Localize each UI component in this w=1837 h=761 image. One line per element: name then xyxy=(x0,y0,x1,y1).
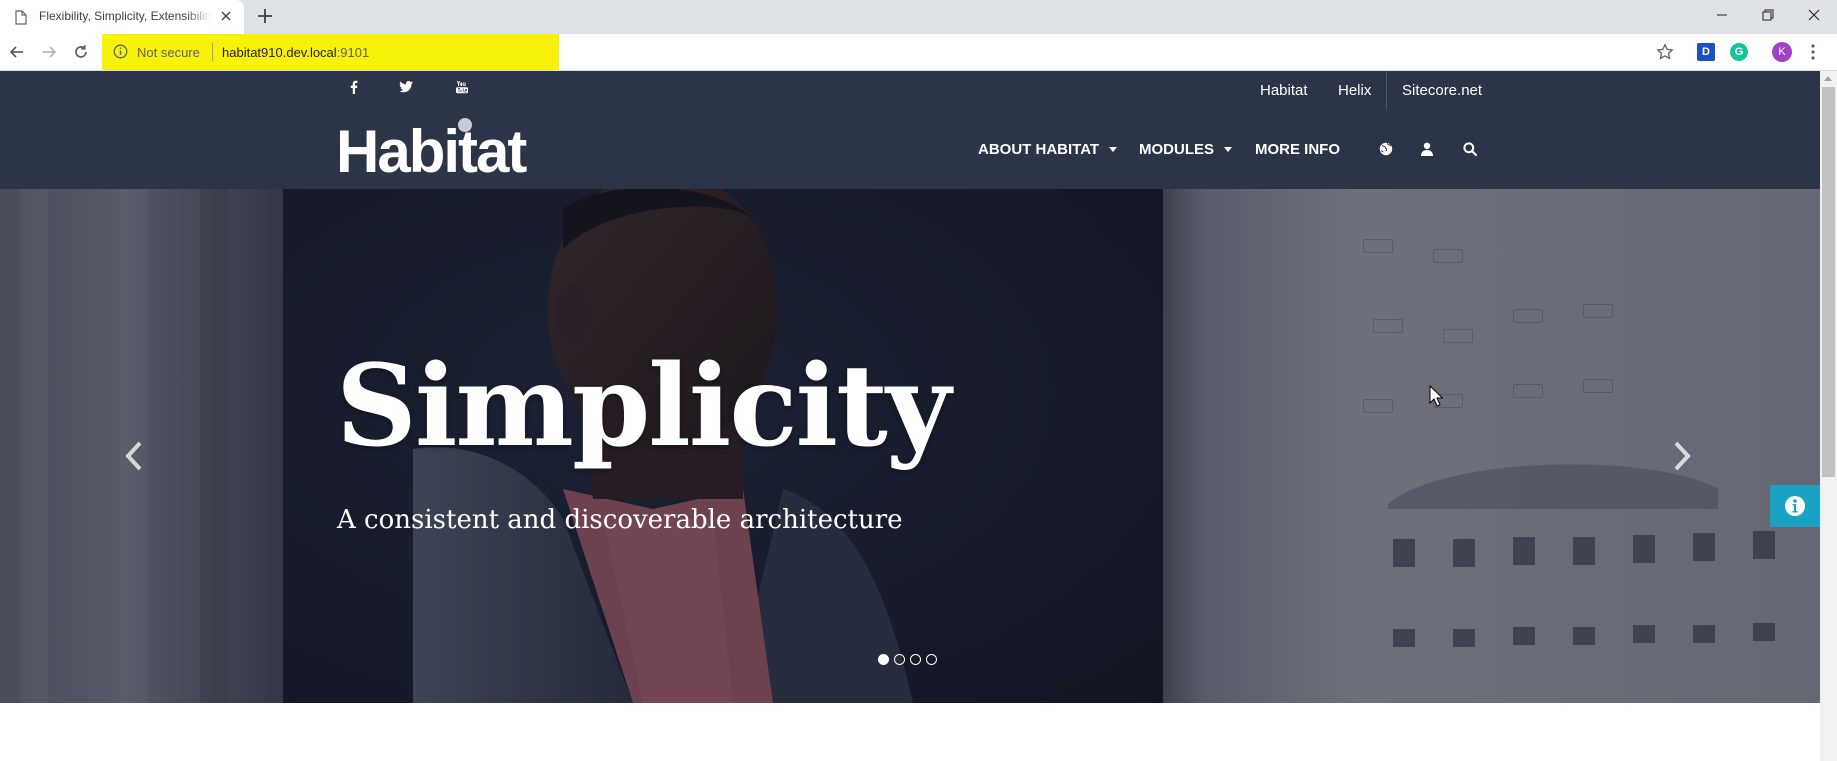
forward-arrow-icon xyxy=(43,46,57,58)
hero-title: Simplicity xyxy=(336,341,951,472)
info-circle-icon[interactable] xyxy=(113,44,128,59)
carousel-next-arrow-icon[interactable] xyxy=(1668,439,1694,473)
info-circle-icon xyxy=(1785,496,1805,516)
top-link-habitat-wrap: Habitat xyxy=(1260,82,1308,99)
carousel-prev-arrow-icon[interactable] xyxy=(122,439,148,473)
close-window-button[interactable] xyxy=(1791,0,1837,30)
profile-avatar[interactable]: K xyxy=(1772,42,1792,62)
nav-about-label: ABOUT HABITAT xyxy=(978,141,1100,158)
browser-menu-icon[interactable] xyxy=(1810,43,1816,61)
minimize-button[interactable] xyxy=(1699,0,1745,30)
hero-subtitle: A consistent and discoverable architectu… xyxy=(337,505,903,535)
logo-text: Habitat xyxy=(336,118,527,185)
new-tab-icon[interactable] xyxy=(256,7,274,25)
browser-tab-strip: Flexibility, Simplicity, Extensibility xyxy=(0,0,1837,34)
top-link-sitecore[interactable]: Sitecore.net xyxy=(1402,82,1482,99)
address-bar[interactable]: Not secure habitat910.dev.local:9101 xyxy=(102,34,559,70)
top-link-habitat[interactable]: Habitat xyxy=(1260,82,1308,99)
restore-button[interactable] xyxy=(1745,0,1791,30)
security-status[interactable]: Not secure xyxy=(137,45,200,60)
carousel-dot-2[interactable] xyxy=(894,654,905,665)
nav-modules[interactable]: MODULES xyxy=(1139,141,1232,158)
carousel-dot-3[interactable] xyxy=(910,654,921,665)
user-icon[interactable] xyxy=(1418,140,1436,158)
bookmark-star-icon[interactable] xyxy=(1656,43,1674,61)
carousel-dot-4[interactable] xyxy=(926,654,937,665)
top-link-helix-wrap: Helix xyxy=(1338,82,1371,99)
forward-button[interactable] xyxy=(38,41,60,63)
carousel-indicators xyxy=(878,654,937,665)
browser-toolbar: Not secure habitat910.dev.local:9101 D G… xyxy=(0,34,1837,71)
nav-more-info[interactable]: MORE INFO xyxy=(1255,141,1340,158)
address-divider xyxy=(212,43,213,61)
carousel-dot-1[interactable] xyxy=(878,654,889,665)
tab-title: Flexibility, Simplicity, Extensibility xyxy=(39,9,211,23)
info-panel-toggle[interactable] xyxy=(1770,485,1820,527)
web-page: Habitat Helix Sitecore.net Habitat ABOUT… xyxy=(0,71,1820,761)
grammarly-extension-button[interactable]: G xyxy=(1730,43,1748,61)
top-links-divider xyxy=(1386,71,1387,110)
page-icon xyxy=(15,10,27,25)
logo-dot xyxy=(458,118,472,132)
reload-button[interactable] xyxy=(70,41,92,63)
twitter-icon[interactable] xyxy=(398,79,414,95)
top-link-helix[interactable]: Helix xyxy=(1338,82,1371,99)
minimize-icon xyxy=(1717,14,1727,16)
restore-icon xyxy=(1762,9,1774,21)
extension-d-button[interactable]: D xyxy=(1697,43,1715,61)
search-icon[interactable] xyxy=(1461,140,1479,158)
top-link-sitecore-wrap: Sitecore.net xyxy=(1402,82,1482,99)
close-tab-icon[interactable] xyxy=(218,8,234,24)
chevron-down-icon xyxy=(1109,147,1118,152)
mouse-cursor-icon xyxy=(1429,385,1443,407)
back-button[interactable] xyxy=(6,41,28,63)
back-arrow-icon xyxy=(9,46,23,58)
url-text[interactable]: habitat910.dev.local:9101 xyxy=(222,45,369,60)
globe-icon[interactable] xyxy=(1377,140,1395,158)
youtube-icon[interactable] xyxy=(454,79,470,95)
site-logo[interactable]: Habitat xyxy=(336,118,527,182)
url-host: habitat910.dev.local xyxy=(222,45,337,60)
browser-tab[interactable]: Flexibility, Simplicity, Extensibility xyxy=(0,0,244,34)
nav-about-habitat[interactable]: ABOUT HABITAT xyxy=(978,141,1118,158)
hero-carousel: Simplicity A consistent and discoverable… xyxy=(0,189,1820,703)
facebook-icon[interactable] xyxy=(346,79,362,95)
site-header: Habitat Helix Sitecore.net Habitat ABOUT… xyxy=(0,71,1820,189)
scroll-up-arrow-icon[interactable] xyxy=(1824,76,1832,81)
nav-modules-label: MODULES xyxy=(1139,141,1214,158)
page-scrollbar[interactable] xyxy=(1820,71,1837,761)
url-port: :9101 xyxy=(336,45,370,60)
reload-icon xyxy=(75,45,87,58)
scrollbar-thumb[interactable] xyxy=(1822,87,1835,477)
nav-more-label: MORE INFO xyxy=(1255,141,1340,158)
close-window-icon xyxy=(1808,9,1820,21)
chevron-down-icon xyxy=(1224,147,1232,152)
